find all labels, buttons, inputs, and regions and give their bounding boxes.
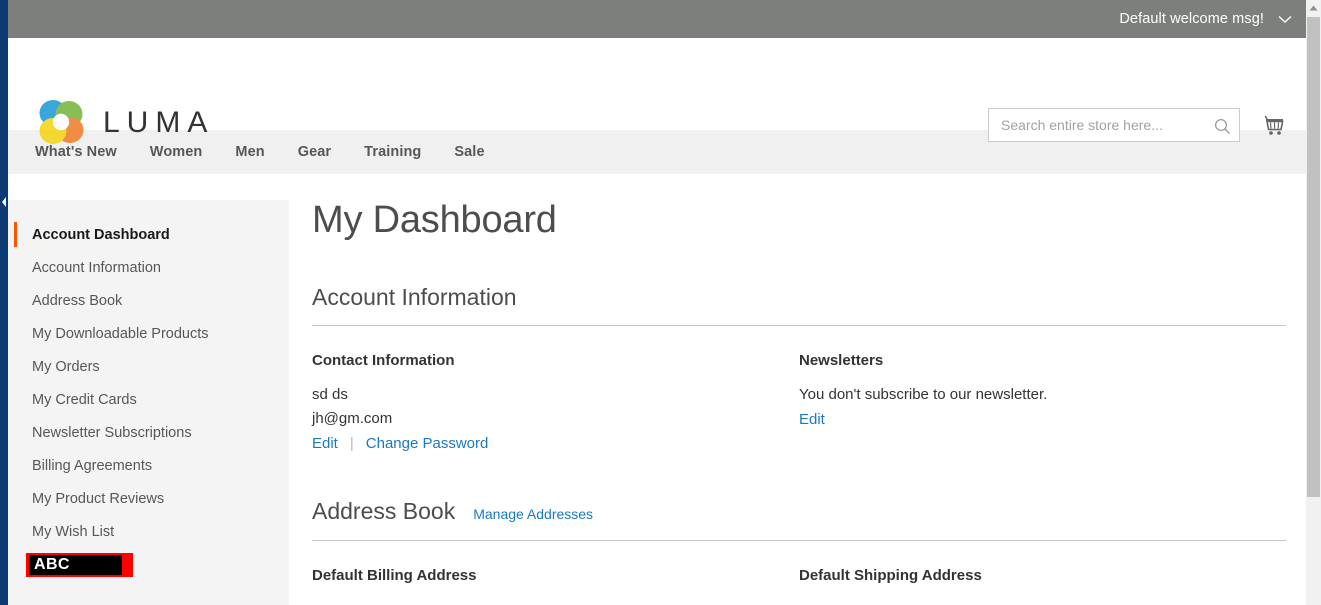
contact-information-block: Contact Information sd ds jh@gm.com Edit… [312,352,799,452]
page-viewport: Default welcome msg! LUMA Search entire … [8,0,1306,605]
address-columns: Default Billing Address Default Shipping… [312,567,1286,584]
sidebar-item-my-downloadable-products[interactable]: My Downloadable Products [8,317,289,350]
divider [312,539,1286,541]
default-shipping-address-heading: Default Shipping Address [799,566,982,584]
contact-actions: Edit | Change Password [312,435,779,452]
left-rail [0,0,8,605]
nav-item-sale[interactable]: Sale [454,144,484,160]
edit-contact-link[interactable]: Edit [312,435,338,452]
contact-information-heading: Contact Information [312,352,455,370]
search-input[interactable] [999,116,1209,134]
divider [312,325,1286,327]
luma-logo-icon [35,96,87,148]
chevron-down-icon[interactable] [1278,15,1292,24]
nav-item-training[interactable]: Training [364,144,421,160]
account-information-title: Account Information [312,283,517,310]
page-title: My Dashboard [312,199,557,241]
sidebar-item-my-orders[interactable]: My Orders [8,350,289,383]
newsletters-block: Newsletters You don't subscribe to our n… [799,352,1286,452]
link-separator: | [349,435,354,453]
sidebar-item-account-information[interactable]: Account Information [8,251,289,284]
sidebar-item-abc-label: ABC [29,555,122,575]
page-body: Account Dashboard Account Information Ad… [8,174,1306,605]
vertical-scroll-thumb[interactable] [1307,17,1320,497]
newsletter-status: You don't subscribe to our newsletter. [799,386,1048,404]
sidebar-item-newsletter-subscriptions[interactable]: Newsletter Subscriptions [8,416,289,449]
account-information-columns: Contact Information sd ds jh@gm.com Edit… [312,352,1286,452]
logo-text: LUMA [103,106,215,139]
edit-newsletter-link[interactable]: Edit [799,411,825,428]
default-billing-address-heading: Default Billing Address [312,566,477,584]
change-password-link[interactable]: Change Password [366,435,489,452]
contact-name: sd ds [312,386,348,404]
sidebar-item-billing-agreements[interactable]: Billing Agreements [8,449,289,482]
site-header: LUMA [8,38,1306,144]
sidebar-item-my-credit-cards[interactable]: My Credit Cards [8,383,289,416]
contact-email: jh@gm.com [312,410,393,428]
sidebar-item-abc-highlighted[interactable]: ABC [8,552,289,578]
collapse-left-arrow-icon[interactable] [1,196,7,208]
sidebar-item-account-dashboard[interactable]: Account Dashboard [8,218,289,251]
address-book-block: Address Book Manage Addresses Default Bi… [312,498,1286,584]
nav-item-gear[interactable]: Gear [298,144,331,160]
highlight-badge: ABC [26,553,133,577]
sidebar-item-my-product-reviews[interactable]: My Product Reviews [8,482,289,515]
nav-item-men[interactable]: Men [235,144,264,160]
default-shipping-address-block: Default Shipping Address [799,567,1286,584]
account-main-content: My Dashboard Account Information Contact… [289,199,1306,584]
welcome-bar: Default welcome msg! [8,0,1306,38]
browser-page: Default welcome msg! LUMA Search entire … [0,0,1321,605]
newsletters-heading: Newsletters [799,352,884,370]
address-book-title-row: Address Book Manage Addresses [312,498,1286,526]
address-book-title: Address Book [312,498,456,525]
vertical-scrollbar[interactable] [1306,0,1321,605]
header-actions [988,108,1288,142]
account-sidebar: Account Dashboard Account Information Ad… [8,200,289,605]
scroll-up-arrow-icon[interactable] [1306,0,1321,15]
sidebar-item-address-book[interactable]: Address Book [8,284,289,317]
search-icon[interactable] [1211,115,1233,137]
shopping-cart-icon[interactable] [1260,111,1288,139]
welcome-message: Default welcome msg! [1119,11,1264,27]
manage-addresses-link[interactable]: Manage Addresses [473,506,593,523]
sidebar-item-my-wish-list[interactable]: My Wish List [8,515,289,548]
default-billing-address-block: Default Billing Address [312,567,799,584]
site-logo[interactable]: LUMA [35,96,214,148]
search-box[interactable] [988,108,1240,142]
newsletter-actions: Edit [799,411,1266,428]
